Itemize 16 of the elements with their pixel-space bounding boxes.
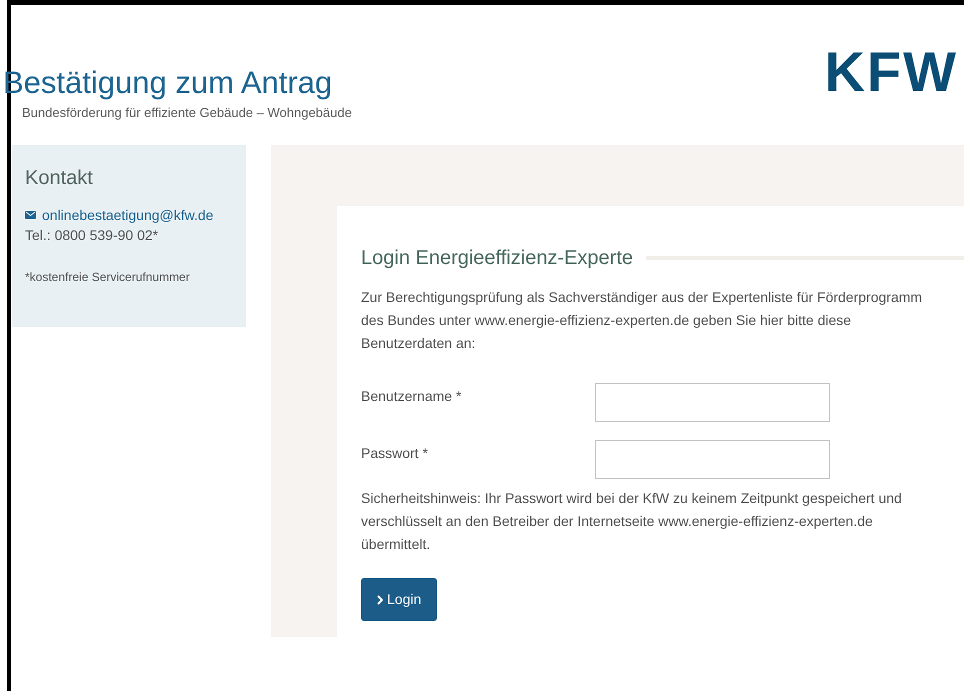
mail-icon <box>25 211 36 219</box>
chevron-icon <box>377 594 383 604</box>
contact-title: Kontakt <box>25 166 94 191</box>
login-button[interactable]: Login <box>361 578 438 621</box>
input-field[interactable] <box>595 383 830 422</box>
footnote-text: *kostenfreie Servicerufnummer <box>25 269 191 286</box>
page-subtitle: Bundesförderung für effiziente Gebäude – Wohngebäude <box>22 104 352 122</box>
input-field[interactable] <box>595 440 830 479</box>
email-link[interactable]: onlinebestaetigung@kfw.de <box>42 205 214 225</box>
field-label: Benutzername * <box>361 387 462 406</box>
login-title: Login Energieeffizienz-Experte <box>361 246 634 271</box>
intro-text: Zur Berechtigungsprüfung als Sachverständiger aus der Expertenliste für Förderprogramm des Bundes unter www.energie-effizienz-experten.de geben Sie hier bitte diese Benutzerdaten an: <box>361 288 924 353</box>
kfw-logo: KFW <box>824 40 958 104</box>
phone-number: Tel.: 0800 539-90 02* <box>25 226 160 245</box>
security-notice: Sicherheitshinweis: Ihr Passwort wird bei der KfW zu keinem Zeitpunkt gespeichert und verschlüsselt an den Betreiber der Internetseite www.energie-effizienz-experten.de übermittelt. <box>361 489 903 554</box>
field-label: Passwort * <box>361 444 429 463</box>
